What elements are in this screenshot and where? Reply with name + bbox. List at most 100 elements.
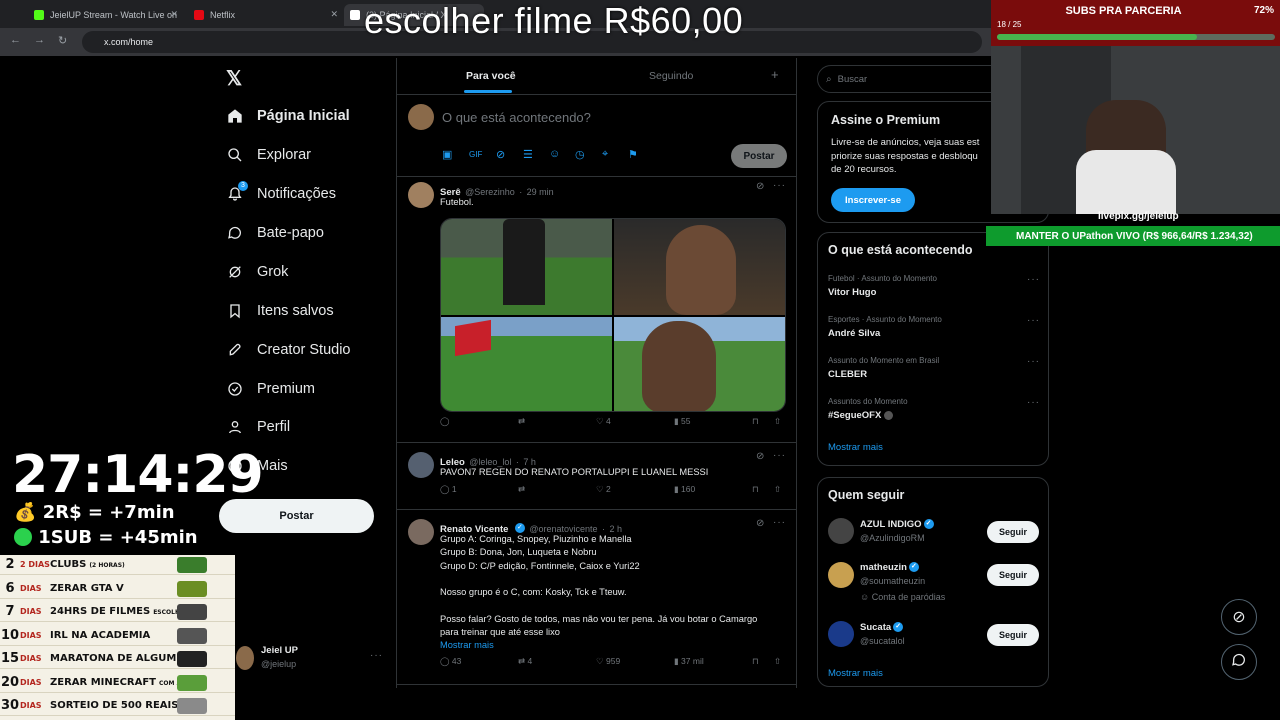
tab-following[interactable]: Seguindo xyxy=(649,70,693,82)
more-options-icon[interactable]: ··· xyxy=(1027,315,1040,326)
trend-item[interactable]: Esportes · Assunto do Momento André Silv… xyxy=(828,315,1040,339)
composer-input[interactable]: O que está acontecendo? xyxy=(442,110,591,125)
views-button[interactable]: ▮ 37 mil xyxy=(674,656,704,667)
share-icon[interactable]: ⇧ xyxy=(774,656,781,667)
follow-title: Quem seguir xyxy=(828,488,905,502)
follow-button[interactable]: Seguir xyxy=(987,521,1039,543)
goal-number: 30 xyxy=(0,698,20,713)
reply-button[interactable]: ◯ 1 xyxy=(440,484,457,495)
nav-item-profile[interactable]: Perfil xyxy=(226,412,290,442)
rocket-icon xyxy=(226,341,244,359)
like-button[interactable]: ♡ 4 xyxy=(596,416,611,427)
bookmark-icon[interactable]: ⊓ xyxy=(752,416,759,427)
reply-button[interactable]: ◯ 43 xyxy=(440,656,461,667)
media-photo[interactable] xyxy=(441,317,612,411)
more-options-icon[interactable]: ··· xyxy=(1027,274,1040,285)
tweet[interactable]: Serê @Serezinho · 29 min ⊘ ··· Futebol. … xyxy=(397,176,797,442)
back-icon[interactable]: ← xyxy=(10,34,21,46)
nav-item-creator-studio[interactable]: Creator Studio xyxy=(226,335,351,365)
subscribe-button[interactable]: Inscrever-se xyxy=(831,188,915,212)
retweet-button[interactable]: ⇄ 4 xyxy=(518,656,532,667)
tweet[interactable]: Leleo @leleo_lol · 7 h ⊘ ··· PAVON7 REGE… xyxy=(397,443,797,509)
tweet-time[interactable]: 29 min xyxy=(527,187,554,197)
media-photo[interactable] xyxy=(614,317,785,411)
avatar[interactable] xyxy=(828,621,854,647)
schedule-icon[interactable]: ◷ xyxy=(575,148,588,161)
flag-icon[interactable]: ⚑ xyxy=(628,148,641,161)
tweet-media-grid[interactable] xyxy=(440,218,786,412)
nav-item-chat[interactable]: Bate-papo xyxy=(226,218,324,248)
grok-icon[interactable]: ⊘ xyxy=(756,451,764,462)
reload-icon[interactable]: ↻ xyxy=(58,34,67,47)
follow-button[interactable]: Seguir xyxy=(987,624,1039,646)
retweet-icon[interactable]: ⇄ xyxy=(518,416,525,427)
more-options-icon[interactable]: ··· xyxy=(370,650,383,661)
reply-icon[interactable]: ◯ xyxy=(440,416,450,427)
more-options-icon[interactable]: ··· xyxy=(773,180,786,191)
more-options-icon[interactable]: ··· xyxy=(773,517,786,528)
grok-icon[interactable]: ⊘ xyxy=(496,148,509,161)
trend-meta: Assunto do Momento em Brasil xyxy=(828,356,940,365)
avatar[interactable] xyxy=(828,518,854,544)
avatar[interactable] xyxy=(408,182,434,208)
close-icon[interactable]: ✕ xyxy=(330,9,338,20)
views-button[interactable]: ▮ 55 xyxy=(674,416,691,427)
nav-item-notifications[interactable]: 3 Notificações xyxy=(226,179,336,209)
browser-tab-jeielup[interactable]: JeielUP Stream - Watch Live on ✕ xyxy=(28,4,178,26)
browser-tab-netflix[interactable]: Netflix ✕ xyxy=(188,4,338,26)
search-input[interactable]: ⌕ Buscar xyxy=(817,65,1007,93)
goal-days: DIAS xyxy=(20,583,42,593)
like-button[interactable]: ♡ 2 xyxy=(596,484,611,495)
like-count: 959 xyxy=(605,656,621,666)
more-options-icon[interactable]: ··· xyxy=(773,450,786,461)
grok-icon[interactable]: ⊘ xyxy=(756,181,764,192)
goal-image xyxy=(177,557,207,573)
like-button[interactable]: ♡ 959 xyxy=(596,656,620,667)
composer-post-button[interactable]: Postar xyxy=(731,144,787,168)
nav-item-premium[interactable]: Premium xyxy=(226,374,315,404)
location-icon[interactable]: ⌖ xyxy=(602,148,615,161)
poll-icon[interactable]: ☰ xyxy=(523,148,536,161)
x-logo-icon[interactable]: 𝕏 xyxy=(226,66,242,91)
premium-text-line: de 20 recursos. xyxy=(831,164,897,175)
follow-name[interactable]: Sucata ✓ xyxy=(860,622,904,633)
share-icon[interactable]: ⇧ xyxy=(774,484,781,495)
forward-icon[interactable]: → xyxy=(34,34,45,46)
follow-show-more-link[interactable]: Mostrar mais xyxy=(828,668,883,679)
bookmark-icon[interactable]: ⊓ xyxy=(752,656,759,667)
avatar[interactable] xyxy=(236,646,254,670)
avatar[interactable] xyxy=(408,452,434,478)
avatar[interactable] xyxy=(828,562,854,588)
trends-show-more-link[interactable]: Mostrar mais xyxy=(828,442,883,453)
messages-fab[interactable] xyxy=(1221,644,1257,680)
show-more-link[interactable]: Mostrar mais xyxy=(440,639,790,652)
image-icon[interactable]: ▣ xyxy=(442,148,455,161)
follow-button[interactable]: Seguir xyxy=(987,564,1039,586)
emoji-icon[interactable]: ☺ xyxy=(549,148,562,161)
bookmark-icon[interactable]: ⊓ xyxy=(752,484,759,495)
follow-name[interactable]: AZUL INDIGO ✓ xyxy=(860,519,934,530)
grok-fab[interactable]: ⊘ xyxy=(1221,599,1257,635)
media-photo[interactable] xyxy=(614,219,785,315)
media-photo[interactable] xyxy=(441,219,612,315)
trend-item[interactable]: Futebol · Assunto do Momento Vitor Hugo … xyxy=(828,274,1040,298)
gif-icon[interactable]: GIF xyxy=(469,150,482,163)
nav-item-bookmarks[interactable]: Itens salvos xyxy=(226,296,334,326)
views-button[interactable]: ▮ 160 xyxy=(674,484,695,495)
nav-item-home[interactable]: Página Inicial xyxy=(226,101,350,131)
avatar[interactable] xyxy=(408,519,434,545)
grok-icon[interactable]: ⊘ xyxy=(756,518,764,529)
nav-item-grok[interactable]: Grok xyxy=(226,257,288,287)
more-options-icon[interactable]: ··· xyxy=(1027,397,1040,408)
close-icon[interactable]: ✕ xyxy=(170,9,178,20)
more-options-icon[interactable]: ··· xyxy=(1027,356,1040,367)
goal-row: 15DIAS MARATONA DE ALGUM ANIME/SERIEFANTA… xyxy=(0,649,235,669)
retweet-icon[interactable]: ⇄ xyxy=(518,484,525,495)
add-tab-icon[interactable]: + xyxy=(771,67,779,82)
trend-item[interactable]: Assunto do Momento em Brasil CLEBER ··· xyxy=(828,356,1040,380)
trend-item[interactable]: Assuntos do Momento #SegueOFX ··· xyxy=(828,397,1040,421)
share-icon[interactable]: ⇧ xyxy=(774,416,781,427)
nav-item-explore[interactable]: Explorar xyxy=(226,140,311,170)
follow-name[interactable]: matheuzin ✓ xyxy=(860,562,919,573)
tab-for-you[interactable]: Para você xyxy=(466,70,516,82)
